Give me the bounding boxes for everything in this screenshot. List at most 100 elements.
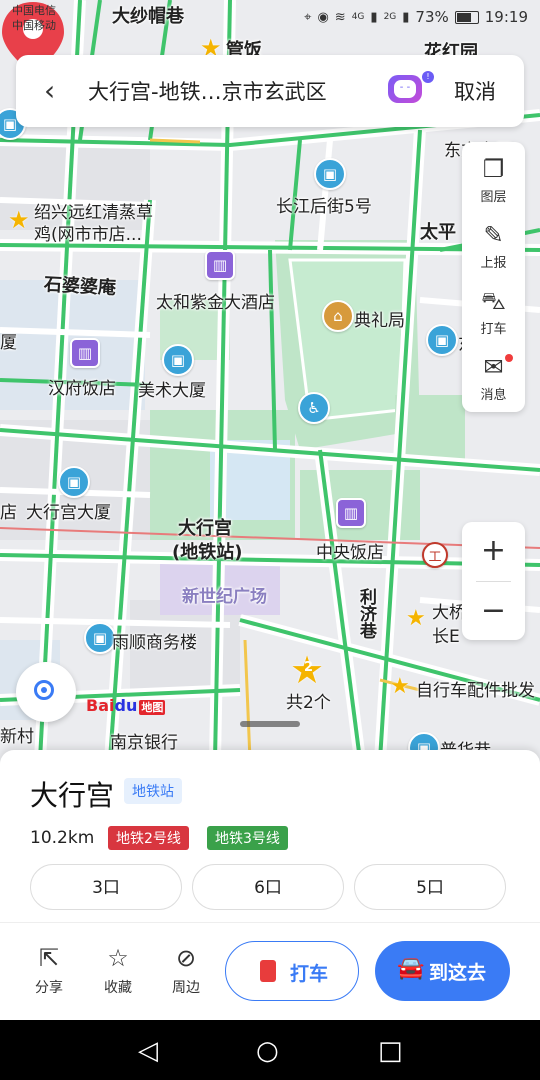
tool-label: 图层 [480, 190, 507, 205]
taxi-button[interactable]: 打车 [225, 941, 359, 1001]
location-status-icon: ⌖ [304, 9, 312, 25]
hotel-poi-icon[interactable]: ▥ [336, 498, 366, 528]
home-nav-icon[interactable]: ○ [256, 1036, 279, 1066]
share-icon: ⇱ [38, 944, 60, 972]
signal-1-label: 4G [351, 12, 365, 22]
map-label: 雨顺商务楼 [112, 633, 197, 653]
map-label: 中央饭店 [316, 543, 384, 563]
hotel-poi-icon[interactable]: ▥ [70, 338, 100, 368]
crosshair-icon [34, 680, 54, 700]
go-here-label: 到这去 [429, 962, 487, 984]
carrier-2: 中国移动 [12, 19, 56, 32]
layers-icon: ❐ [482, 155, 505, 183]
building-poi-icon[interactable]: ▣ [58, 466, 90, 498]
go-here-button[interactable]: 🚘 到这去 [375, 941, 510, 1001]
assistant-robot-icon[interactable] [388, 75, 422, 103]
map-label: 石婆婆庵 [43, 274, 117, 299]
share-button[interactable]: ⇱ 分享 [26, 943, 72, 997]
map-label: 美术大厦 [138, 381, 206, 401]
battery-percent: 73% [415, 8, 449, 26]
clock: 19:19 [484, 8, 528, 26]
action-label: 分享 [35, 980, 63, 996]
metro-line-2-tag[interactable]: 地铁2号线 [108, 826, 189, 850]
bank-poi-icon[interactable]: 工 [422, 542, 448, 568]
notification-dot [505, 354, 513, 362]
taxi-label: 打车 [290, 963, 329, 985]
compass-icon: ⊘ [175, 944, 197, 972]
search-bar: ‹ 大行宫-地铁…京市玄武区 ! 取消 [16, 55, 524, 127]
nearby-button[interactable]: ⊘ 周边 [163, 943, 209, 997]
battery-icon [454, 10, 479, 24]
station-label: 大行宫 [178, 518, 232, 539]
map-label: 鸡(网市市店... [34, 225, 142, 245]
map-label: 共2个 [286, 693, 331, 713]
map-tools-panel: ❐ 图层 ✎ 上报 ⛍ 打车 ✉ 消息 [462, 142, 525, 412]
action-label: 周边 [172, 980, 200, 996]
distance: 10.2km [30, 828, 95, 848]
building-poi-icon[interactable]: ▣ [314, 158, 346, 190]
exit-button[interactable]: 3口 [30, 864, 182, 910]
map-label: 新世纪广场 [182, 587, 267, 607]
taxi-icon: ⛍ [481, 287, 506, 315]
building-poi-icon[interactable]: ▣ [162, 344, 194, 376]
map-label: 长E [432, 627, 460, 647]
carrier-1: 中国电信 [12, 4, 56, 17]
map-label: 新村 [0, 727, 34, 747]
drag-handle[interactable] [240, 721, 300, 727]
place-type-tag: 地铁站 [124, 778, 182, 804]
taxi-tool-button[interactable]: ⛍ 打车 [462, 278, 525, 342]
star-poi-icon[interactable]: ★ [390, 674, 410, 699]
zoom-in-button[interactable]: + [462, 522, 525, 580]
restroom-poi-icon[interactable]: ♿ [298, 392, 330, 424]
map-label: 长江后街5号 [276, 197, 372, 217]
star-poi-icon[interactable]: ★ [406, 606, 426, 631]
exit-button[interactable]: 5口 [354, 864, 506, 910]
message-button[interactable]: ✉ 消息 [462, 344, 525, 408]
search-query[interactable]: 大行宫-地铁…京市玄武区 [88, 76, 327, 106]
zoom-out-button[interactable]: − [462, 582, 525, 640]
signal-icon: ▮ [402, 9, 410, 25]
place-detail-sheet[interactable]: 大行宫 地铁站 10.2km 地铁2号线 地铁3号线 3口 6口 5口 [0, 750, 540, 922]
report-button[interactable]: ✎ 上报 [462, 212, 525, 276]
exit-list: 3口 6口 5口 [30, 864, 506, 910]
tool-label: 消息 [480, 388, 507, 403]
map-label: 典礼局 [354, 311, 405, 331]
museum-poi-icon[interactable]: ⌂ [322, 300, 354, 332]
map-label: 利济巷 [356, 588, 376, 639]
system-nav-bar: ◁ ○ □ [0, 1020, 540, 1080]
favorite-button[interactable]: ☆ 收藏 [95, 943, 141, 997]
edit-report-icon: ✎ [483, 221, 504, 249]
building-poi-icon[interactable]: ▣ [426, 324, 458, 356]
exit-button[interactable]: 6口 [192, 864, 344, 910]
signal-icon: ▮ [370, 9, 378, 25]
station-label: (地铁站) [172, 542, 243, 563]
map-label: 店 [0, 503, 17, 523]
star-poi-icon[interactable]: ★ [8, 206, 30, 234]
assistant-badge: ! [422, 71, 434, 83]
map-label: 大桥 [432, 603, 466, 623]
message-icon: ✉ [483, 353, 504, 381]
action-label: 收藏 [104, 980, 132, 996]
action-bar: ⇱ 分享 ☆ 收藏 ⊘ 周边 打车 🚘 到这去 [0, 923, 540, 1020]
place-name: 大行宫 [30, 779, 115, 812]
map-label: 太和紫金大酒店 [156, 293, 275, 313]
hotel-poi-icon[interactable]: ▥ [205, 250, 235, 280]
wifi-icon: ≋ [334, 9, 346, 25]
recents-nav-icon[interactable]: □ [378, 1036, 403, 1066]
map-label: 太平 [420, 222, 456, 243]
map-label: 厦 [0, 333, 17, 353]
my-location-button[interactable] [16, 662, 76, 722]
status-icons: ⌖ ◉ ≋ 4G ▮ 2G ▮ 73% 19:19 [304, 8, 528, 26]
metro-line-3-tag[interactable]: 地铁3号线 [207, 826, 288, 850]
map-label: 大行宫大厦 [26, 503, 111, 523]
status-bar: 中国电信 中国移动 ⌖ ◉ ≋ 4G ▮ 2G ▮ 73% 19:19 [0, 0, 540, 38]
zoom-control: + − [462, 522, 525, 640]
back-nav-icon[interactable]: ◁ [138, 1036, 158, 1066]
map-label: 汉府饭店 [48, 379, 116, 399]
back-arrow-icon[interactable]: ‹ [44, 75, 55, 107]
cancel-button[interactable]: 取消 [454, 76, 496, 106]
cluster-count: 2 [304, 660, 314, 675]
star-icon: ☆ [107, 944, 129, 972]
signal-2-label: 2G [383, 12, 397, 22]
layers-button[interactable]: ❐ 图层 [462, 146, 525, 210]
